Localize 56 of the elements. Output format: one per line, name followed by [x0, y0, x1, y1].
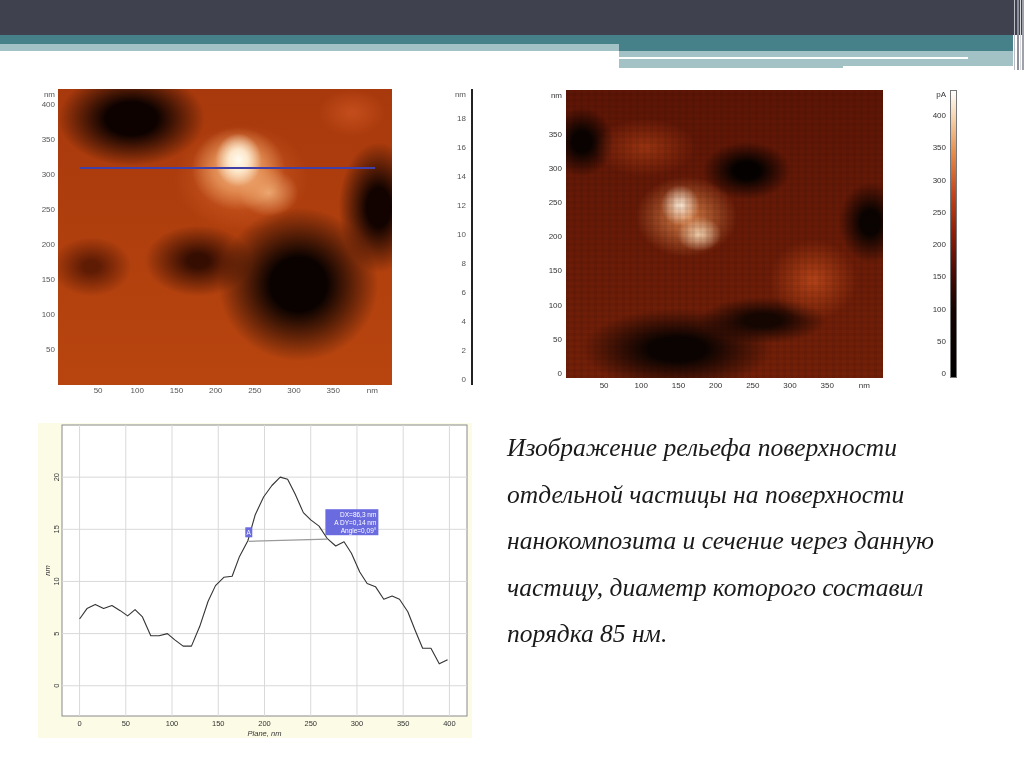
axis-unit-label: nm	[43, 90, 55, 100]
scale-tick-label: 0	[461, 375, 466, 385]
scale-tick-label: 250	[932, 207, 946, 218]
axis-tick-label: 250	[41, 205, 55, 215]
axis-tick-label: 300	[286, 385, 302, 397]
scale-tick-label: 8	[461, 259, 466, 269]
axis-tick-label: 100	[41, 310, 55, 320]
caption-text: Изображение рельефа поверхности отдельной частицы на поверхности нанокомпозита и сечение через данную частицу, диаметр которого составил порядка 85 нм.	[507, 432, 935, 650]
axis-tick-label: 350	[325, 385, 341, 397]
scale-tick-label: 300	[932, 175, 946, 186]
axis-tick-label: 50	[598, 380, 610, 392]
axis-tick-label: 150	[168, 385, 185, 397]
axis-tick-label: 250	[548, 198, 562, 209]
axis-tick-label: 200	[41, 240, 55, 250]
axis-tick-label: 200	[707, 380, 724, 392]
axis-tick-label: 400	[41, 100, 55, 110]
scale-tick-label: 2	[461, 346, 466, 356]
scale-tick-label: 14	[457, 172, 466, 182]
axis-tick-label: 350	[41, 135, 55, 145]
axis-tick-label: 350	[819, 380, 835, 392]
scale-tick-label: 400	[932, 111, 946, 121]
scale-tick-label: 12	[457, 201, 466, 211]
scale-tick-label: 50	[937, 336, 946, 347]
scale-tick-label: 18	[457, 114, 466, 124]
axis-tick-label: 300	[782, 380, 798, 392]
axis-tick-label: 50	[92, 385, 104, 397]
axis-tick-label: 300	[41, 170, 55, 180]
axis-tick-label: 50	[553, 334, 562, 345]
scale-tick-label: 10	[457, 230, 466, 240]
axis-tick-label: 250	[247, 385, 263, 397]
axis-tick-label: 100	[129, 385, 145, 397]
scale-tick-label: 16	[457, 143, 466, 153]
axis-tick-label: 50	[46, 345, 55, 355]
axis-tick-label: 300	[548, 164, 562, 175]
axis-unit-label: nm	[857, 380, 871, 392]
scale-tick-label: 200	[932, 240, 946, 250]
axis-tick-label: 150	[548, 266, 562, 277]
axis-tick-label: 150	[41, 275, 55, 285]
scale-tick-label: 4	[461, 317, 466, 327]
scale-tick-label: 100	[932, 304, 946, 315]
axis-tick-label: 350	[548, 130, 562, 140]
axis-tick-label: 200	[548, 232, 562, 243]
axis-tick-label: 250	[745, 380, 761, 392]
scale-tick-label: 350	[932, 143, 946, 154]
axis-unit-label: nm	[550, 91, 562, 101]
scale-tick-label: 150	[932, 272, 946, 283]
axis-tick-label: 0	[557, 368, 562, 379]
axis-tick-label: 100	[548, 300, 562, 311]
axis-tick-label: 150	[670, 380, 687, 392]
axis-unit-label: nm	[365, 385, 379, 397]
scale-tick-label: 0	[941, 369, 946, 379]
axis-tick-label: 100	[633, 380, 649, 392]
axis-tick-label: 200	[207, 385, 224, 397]
scale-tick-label: 6	[461, 288, 466, 298]
axis-unit-label: nm	[454, 90, 466, 100]
axis-unit-label: pA	[936, 90, 946, 100]
